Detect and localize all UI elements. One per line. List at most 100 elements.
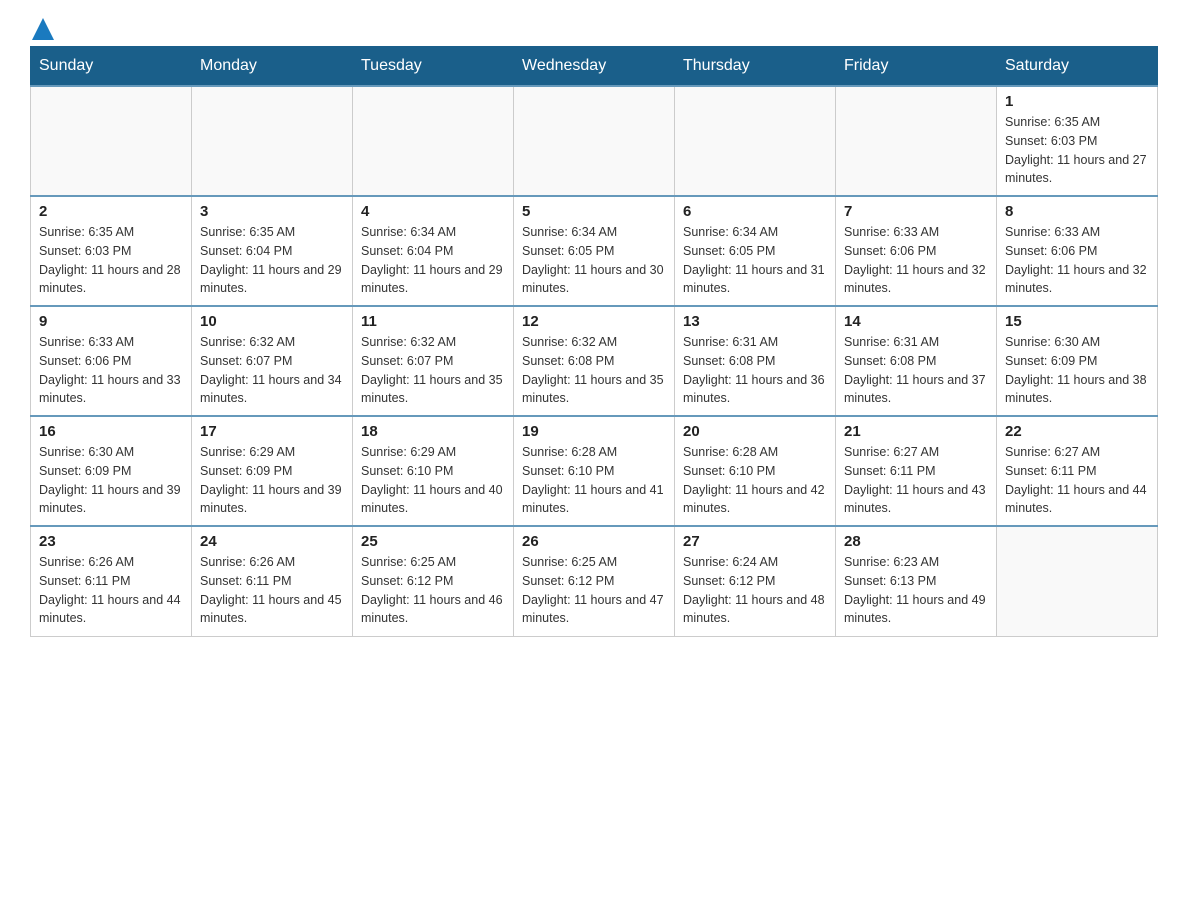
day-cell: 3Sunrise: 6:35 AMSunset: 6:04 PMDaylight…	[192, 196, 353, 306]
day-info: Sunrise: 6:31 AMSunset: 6:08 PMDaylight:…	[683, 333, 827, 408]
week-row-1: 1Sunrise: 6:35 AMSunset: 6:03 PMDaylight…	[31, 86, 1158, 196]
day-number: 2	[39, 203, 183, 220]
day-number: 8	[1005, 203, 1149, 220]
day-info: Sunrise: 6:26 AMSunset: 6:11 PMDaylight:…	[39, 553, 183, 628]
day-info: Sunrise: 6:23 AMSunset: 6:13 PMDaylight:…	[844, 553, 988, 628]
day-cell: 13 Sunrise: 6:31 AMSunset: 6:08 PMDayligh…	[675, 306, 836, 416]
day-cell: 23 Sunrise: 6:26 AMSunset: 6:11 PMDayligh…	[31, 526, 192, 636]
day-cell: 18 Sunrise: 6:29 AMSunset: 6:10 PMDayligh…	[353, 416, 514, 526]
day-cell: 16 Sunrise: 6:30 AMSunset: 6:09 PMDayligh…	[31, 416, 192, 526]
day-info: Sunrise: 6:34 AMSunset: 6:05 PMDaylight:…	[683, 223, 827, 298]
day-cell	[675, 86, 836, 196]
day-number: 12	[522, 313, 666, 330]
day-number: 20	[683, 423, 827, 440]
weekday-header-friday: Friday	[836, 47, 997, 87]
day-cell: 8 Sunrise: 6:33 AMSunset: 6:06 PMDaylight…	[997, 196, 1158, 306]
day-number: 10	[200, 313, 344, 330]
day-number: 11	[361, 313, 505, 330]
day-cell: 7 Sunrise: 6:33 AMSunset: 6:06 PMDaylight…	[836, 196, 997, 306]
page-header	[30, 20, 1158, 36]
day-cell	[192, 86, 353, 196]
day-number: 5	[522, 203, 666, 220]
day-number: 18	[361, 423, 505, 440]
day-info: Sunrise: 6:31 AMSunset: 6:08 PMDaylight:…	[844, 333, 988, 408]
day-cell: 2 Sunrise: 6:35 AMSunset: 6:03 PMDaylight…	[31, 196, 192, 306]
day-cell: 1Sunrise: 6:35 AMSunset: 6:03 PMDaylight…	[997, 86, 1158, 196]
day-cell: 4 Sunrise: 6:34 AMSunset: 6:04 PMDaylight…	[353, 196, 514, 306]
day-info: Sunrise: 6:30 AMSunset: 6:09 PMDaylight:…	[39, 443, 183, 518]
day-cell: 9 Sunrise: 6:33 AMSunset: 6:06 PMDaylight…	[31, 306, 192, 416]
day-cell: 5 Sunrise: 6:34 AMSunset: 6:05 PMDaylight…	[514, 196, 675, 306]
day-cell	[997, 526, 1158, 636]
day-number: 22	[1005, 423, 1149, 440]
day-info: Sunrise: 6:32 AMSunset: 6:07 PMDaylight:…	[200, 333, 344, 408]
week-row-5: 23 Sunrise: 6:26 AMSunset: 6:11 PMDayligh…	[31, 526, 1158, 636]
day-info: Sunrise: 6:24 AMSunset: 6:12 PMDaylight:…	[683, 553, 827, 628]
day-info: Sunrise: 6:25 AMSunset: 6:12 PMDaylight:…	[522, 553, 666, 628]
day-number: 6	[683, 203, 827, 220]
day-info: Sunrise: 6:27 AMSunset: 6:11 PMDaylight:…	[1005, 443, 1149, 518]
day-cell	[836, 86, 997, 196]
day-number: 4	[361, 203, 505, 220]
day-cell	[353, 86, 514, 196]
day-number: 9	[39, 313, 183, 330]
day-number: 13	[683, 313, 827, 330]
day-number: 14	[844, 313, 988, 330]
day-number: 24	[200, 533, 344, 550]
day-number: 7	[844, 203, 988, 220]
day-info: Sunrise: 6:25 AMSunset: 6:12 PMDaylight:…	[361, 553, 505, 628]
day-number: 19	[522, 423, 666, 440]
weekday-header-wednesday: Wednesday	[514, 47, 675, 87]
day-cell: 6 Sunrise: 6:34 AMSunset: 6:05 PMDaylight…	[675, 196, 836, 306]
day-cell: 21 Sunrise: 6:27 AMSunset: 6:11 PMDayligh…	[836, 416, 997, 526]
weekday-header-row: SundayMondayTuesdayWednesdayThursdayFrid…	[31, 47, 1158, 87]
weekday-header-tuesday: Tuesday	[353, 47, 514, 87]
day-info: Sunrise: 6:30 AMSunset: 6:09 PMDaylight:…	[1005, 333, 1149, 408]
day-info: Sunrise: 6:27 AMSunset: 6:11 PMDaylight:…	[844, 443, 988, 518]
day-info: Sunrise: 6:28 AMSunset: 6:10 PMDaylight:…	[683, 443, 827, 518]
weekday-header-monday: Monday	[192, 47, 353, 87]
week-row-4: 16 Sunrise: 6:30 AMSunset: 6:09 PMDayligh…	[31, 416, 1158, 526]
day-info: Sunrise: 6:29 AMSunset: 6:09 PMDaylight:…	[200, 443, 344, 518]
day-number: 16	[39, 423, 183, 440]
day-number: 1	[1005, 93, 1149, 110]
weekday-header-saturday: Saturday	[997, 47, 1158, 87]
day-cell: 14 Sunrise: 6:31 AMSunset: 6:08 PMDayligh…	[836, 306, 997, 416]
calendar-table: SundayMondayTuesdayWednesdayThursdayFrid…	[30, 46, 1158, 637]
day-info: Sunrise: 6:26 AMSunset: 6:11 PMDaylight:…	[200, 553, 344, 628]
day-info: Sunrise: 6:34 AMSunset: 6:04 PMDaylight:…	[361, 223, 505, 298]
day-info: Sunrise: 6:33 AMSunset: 6:06 PMDaylight:…	[39, 333, 183, 408]
day-info: Sunrise: 6:35 AMSunset: 6:03 PMDaylight:…	[39, 223, 183, 298]
day-cell: 19 Sunrise: 6:28 AMSunset: 6:10 PMDayligh…	[514, 416, 675, 526]
day-number: 23	[39, 533, 183, 550]
day-info: Sunrise: 6:28 AMSunset: 6:10 PMDaylight:…	[522, 443, 666, 518]
day-info: Sunrise: 6:32 AMSunset: 6:08 PMDaylight:…	[522, 333, 666, 408]
day-info: Sunrise: 6:29 AMSunset: 6:10 PMDaylight:…	[361, 443, 505, 518]
day-number: 15	[1005, 313, 1149, 330]
day-cell	[31, 86, 192, 196]
day-info: Sunrise: 6:34 AMSunset: 6:05 PMDaylight:…	[522, 223, 666, 298]
day-info: Sunrise: 6:33 AMSunset: 6:06 PMDaylight:…	[844, 223, 988, 298]
day-cell: 26Sunrise: 6:25 AMSunset: 6:12 PMDayligh…	[514, 526, 675, 636]
day-info: Sunrise: 6:32 AMSunset: 6:07 PMDaylight:…	[361, 333, 505, 408]
week-row-2: 2 Sunrise: 6:35 AMSunset: 6:03 PMDaylight…	[31, 196, 1158, 306]
day-number: 25	[361, 533, 505, 550]
day-cell: 25 Sunrise: 6:25 AMSunset: 6:12 PMDayligh…	[353, 526, 514, 636]
week-row-3: 9 Sunrise: 6:33 AMSunset: 6:06 PMDaylight…	[31, 306, 1158, 416]
day-number: 17	[200, 423, 344, 440]
day-info: Sunrise: 6:33 AMSunset: 6:06 PMDaylight:…	[1005, 223, 1149, 298]
day-cell: 17 Sunrise: 6:29 AMSunset: 6:09 PMDayligh…	[192, 416, 353, 526]
logo-triangle-icon	[32, 18, 54, 40]
weekday-header-sunday: Sunday	[31, 47, 192, 87]
day-number: 21	[844, 423, 988, 440]
weekday-header-thursday: Thursday	[675, 47, 836, 87]
day-cell: 22 Sunrise: 6:27 AMSunset: 6:11 PMDayligh…	[997, 416, 1158, 526]
day-number: 28	[844, 533, 988, 550]
day-cell: 27 Sunrise: 6:24 AMSunset: 6:12 PMDayligh…	[675, 526, 836, 636]
logo	[30, 20, 54, 36]
day-number: 27	[683, 533, 827, 550]
day-cell: 15 Sunrise: 6:30 AMSunset: 6:09 PMDayligh…	[997, 306, 1158, 416]
day-number: 3	[200, 203, 344, 220]
day-cell: 12 Sunrise: 6:32 AMSunset: 6:08 PMDayligh…	[514, 306, 675, 416]
day-cell: 24 Sunrise: 6:26 AMSunset: 6:11 PMDayligh…	[192, 526, 353, 636]
